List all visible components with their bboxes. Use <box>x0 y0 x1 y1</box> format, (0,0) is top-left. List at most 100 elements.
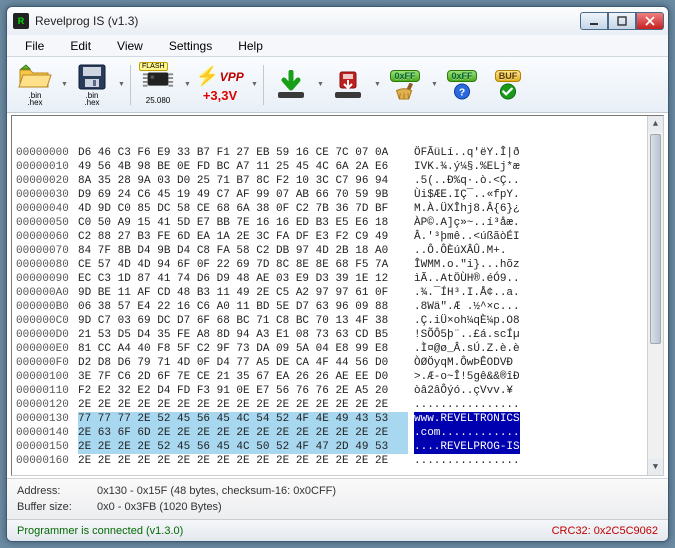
hex-viewer[interactable]: 00000000 D6 46 C3 F6 E9 33 B7 F1 27 EB 5… <box>11 115 664 476</box>
erase-button[interactable]: 0xFF <box>383 62 427 108</box>
menu-file[interactable]: File <box>15 37 54 55</box>
hex-bytes[interactable]: D6 46 C3 F6 E9 33 B7 F1 27 EB 59 16 CE 7… <box>78 146 408 160</box>
hex-bytes[interactable]: C0 50 A9 15 41 5D E7 BB 7E 16 16 ED B3 E… <box>78 216 408 230</box>
hex-bytes[interactable]: 77 77 77 2E 52 45 56 45 4C 54 52 4F 4E 4… <box>78 412 408 426</box>
dropdown-icon[interactable]: ▼ <box>251 81 258 88</box>
hex-bytes[interactable]: 2E 63 6F 6D 2E 2E 2E 2E 2E 2E 2E 2E 2E 2… <box>78 426 408 440</box>
hex-row[interactable]: 00000100 3E 7F C6 2D 6F 7E CE 21 35 67 E… <box>16 370 663 384</box>
hex-bytes[interactable]: 2E 2E 2E 2E 52 45 56 45 4C 50 52 4F 47 2… <box>78 440 408 454</box>
hex-bytes[interactable]: C2 88 27 B3 FE 6D EA 1A 2E 3C FA DF E3 F… <box>78 230 408 244</box>
hex-bytes[interactable]: D9 69 24 C6 45 19 49 C7 AF 99 07 AB 66 7… <box>78 188 408 202</box>
read-button[interactable] <box>269 62 313 108</box>
menu-view[interactable]: View <box>107 37 153 55</box>
hex-ascii[interactable]: ................ <box>414 454 520 468</box>
hex-row[interactable]: 000000C0 9D C7 03 69 DC D7 6F 68 BC 71 C… <box>16 314 663 328</box>
vertical-scrollbar[interactable]: ▲ ▼ <box>647 116 663 475</box>
hex-row[interactable]: 000000D0 21 53 D5 D4 35 FE A8 8D 94 A3 E… <box>16 328 663 342</box>
hex-bytes[interactable]: 84 7F 8B D4 9B D4 C8 FA 58 C2 DB 97 4D 2… <box>78 244 408 258</box>
minimize-button[interactable] <box>580 12 608 30</box>
hex-bytes[interactable]: 3E 7F C6 2D 6F 7E CE 21 35 67 EA 26 26 A… <box>78 370 408 384</box>
hex-ascii[interactable]: .8Wä".Æ .½^×c... <box>414 300 520 314</box>
hex-row[interactable]: 000000F0 D2 D8 D6 79 71 4D 0F D4 77 A5 D… <box>16 356 663 370</box>
hex-address: 00000000 <box>16 146 78 160</box>
hex-ascii[interactable]: ìÃ..AtÖÙH®.éÓ9.. <box>414 272 520 286</box>
hex-ascii[interactable]: ÎWMM.o."i}...hõz <box>414 258 520 272</box>
hex-row[interactable]: 00000050 C0 50 A9 15 41 5D E7 BB 7E 16 1… <box>16 216 663 230</box>
hex-row[interactable]: 00000020 8A 35 28 9A 03 D0 25 71 B7 8C F… <box>16 174 663 188</box>
hex-row[interactable]: 00000010 49 56 4B 98 BE 0E FD BC A7 11 2… <box>16 160 663 174</box>
vpp-button[interactable]: ⚡ VPP +3,3V <box>193 62 247 108</box>
hex-row[interactable]: 000000E0 81 CC A4 40 F8 5F C2 9F 73 DA 0… <box>16 342 663 356</box>
hex-row[interactable]: 00000080 CE 57 4D 4D 94 6F 0F 22 69 7D 8… <box>16 258 663 272</box>
hex-row[interactable]: 00000130 77 77 77 2E 52 45 56 45 4C 54 5… <box>16 412 663 426</box>
hex-address: 00000070 <box>16 244 78 258</box>
verify-button[interactable]: BUF <box>486 62 530 108</box>
hex-row[interactable]: 000000B0 06 38 57 E4 22 16 C6 A0 11 BD 5… <box>16 300 663 314</box>
dropdown-icon[interactable]: ▼ <box>317 81 324 88</box>
maximize-button[interactable] <box>608 12 636 30</box>
hex-bytes[interactable]: 8A 35 28 9A 03 D0 25 71 B7 8C F2 10 3C C… <box>78 174 408 188</box>
hex-row[interactable]: 00000000 D6 46 C3 F6 E9 33 B7 F1 27 EB 5… <box>16 146 663 160</box>
hex-ascii[interactable]: ÒØÖyqM.ÔwÞÊODVÐ <box>414 356 513 370</box>
hex-ascii[interactable]: .¾.¯ÍH³.I.Å¢..a. <box>414 286 520 300</box>
dropdown-icon[interactable]: ▼ <box>184 81 191 88</box>
hex-bytes[interactable]: 81 CC A4 40 F8 5F C2 9F 73 DA 09 5A 04 E… <box>78 342 408 356</box>
hex-bytes[interactable]: 2E 2E 2E 2E 2E 2E 2E 2E 2E 2E 2E 2E 2E 2… <box>78 454 408 468</box>
hex-bytes[interactable]: 4D 9D C0 85 DC 58 CE 68 6A 38 0F C2 7B 3… <box>78 202 408 216</box>
hex-ascii[interactable]: òâ2âÔýó..çVvv.¥ <box>414 384 520 398</box>
hex-row[interactable]: 00000120 2E 2E 2E 2E 2E 2E 2E 2E 2E 2E 2… <box>16 398 663 412</box>
hex-ascii[interactable]: Â.'³þmê..<úßãòÉI <box>414 230 520 244</box>
hex-ascii[interactable]: M.À.ÜXÎhj8.Â{6}¿ <box>414 202 520 216</box>
hex-ascii[interactable]: IVK.¾.ý¼§.%ELj*æ <box>414 160 520 174</box>
hex-bytes[interactable]: F2 E2 32 E2 D4 FD F3 91 0E E7 56 76 76 2… <box>78 384 408 398</box>
save-file-button[interactable]: .bin .hex <box>70 62 114 108</box>
hex-bytes[interactable]: 9D BE 11 AF CD 48 B3 11 49 2E C5 A2 97 9… <box>78 286 408 300</box>
hex-bytes[interactable]: 49 56 4B 98 BE 0E FD BC A7 11 25 45 4C 6… <box>78 160 408 174</box>
hex-bytes[interactable]: D2 D8 D6 79 71 4D 0F D4 77 A5 DE CA 4F 4… <box>78 356 408 370</box>
hex-ascii[interactable]: ÀP©.A]ç»~..í³åæ. <box>414 216 520 230</box>
hex-row[interactable]: 00000160 2E 2E 2E 2E 2E 2E 2E 2E 2E 2E 2… <box>16 454 663 468</box>
hex-row[interactable]: 00000040 4D 9D C0 85 DC 58 CE 68 6A 38 0… <box>16 202 663 216</box>
hex-bytes[interactable]: CE 57 4D 4D 94 6F 0F 22 69 7D 8C 8E 8E 6… <box>78 258 408 272</box>
hex-row[interactable]: 00000030 D9 69 24 C6 45 19 49 C7 AF 99 0… <box>16 188 663 202</box>
blank-check-button[interactable]: 0xFF ? <box>440 62 484 108</box>
hex-row[interactable]: 00000110 F2 E2 32 E2 D4 FD F3 91 0E E7 5… <box>16 384 663 398</box>
hex-ascii[interactable]: ÖFÃüLí..q'ëY.Î|ð <box>414 146 520 160</box>
hex-row[interactable]: 00000150 2E 2E 2E 2E 52 45 56 45 4C 50 5… <box>16 440 663 454</box>
hex-ascii[interactable]: .5(..Ð%q·.ò.<Ç.. <box>414 174 520 188</box>
hex-row[interactable]: 00000090 EC C3 1D 87 41 74 D6 D9 48 AE 0… <box>16 272 663 286</box>
hex-bytes[interactable]: 21 53 D5 D4 35 FE A8 8D 94 A3 E1 08 73 6… <box>78 328 408 342</box>
hex-bytes[interactable]: EC C3 1D 87 41 74 D6 D9 48 AE 03 E9 D3 3… <box>78 272 408 286</box>
scroll-up-icon[interactable]: ▲ <box>648 116 663 132</box>
hex-row[interactable]: 00000070 84 7F 8B D4 9B D4 C8 FA 58 C2 D… <box>16 244 663 258</box>
hex-ascii[interactable]: ..Ô.ÔÈúXÂÛ.M+. <box>414 244 513 258</box>
hex-ascii[interactable]: www.REVELTRONICS <box>414 412 520 426</box>
hex-row[interactable]: 00000060 C2 88 27 B3 FE 6D EA 1A 2E 3C F… <box>16 230 663 244</box>
menu-help[interactable]: Help <box>228 37 273 55</box>
hex-row[interactable]: 000000A0 9D BE 11 AF CD 48 B3 11 49 2E C… <box>16 286 663 300</box>
menu-edit[interactable]: Edit <box>60 37 101 55</box>
dropdown-icon[interactable]: ▼ <box>374 81 381 88</box>
hex-ascii[interactable]: .Ì¤@ø_Â.sÚ.Z.è.è <box>414 342 520 356</box>
write-button[interactable] <box>326 62 370 108</box>
hex-ascii[interactable]: ....REVELPROG-IS <box>414 440 520 454</box>
dropdown-icon[interactable]: ▼ <box>61 81 68 88</box>
open-file-button[interactable]: .bin .hex <box>13 62 57 108</box>
chip-select-button[interactable]: FLASH 25.080 <box>136 62 180 108</box>
hex-bytes[interactable]: 2E 2E 2E 2E 2E 2E 2E 2E 2E 2E 2E 2E 2E 2… <box>78 398 408 412</box>
hex-ascii[interactable]: ................ <box>414 398 520 412</box>
close-button[interactable] <box>636 12 664 30</box>
hex-ascii[interactable]: .Ç.iÜ×oh¼qÈ¼p.O8 <box>414 314 520 328</box>
hex-ascii[interactable]: .com............ <box>414 426 520 440</box>
hex-ascii[interactable]: !SÕÔ5þ¨..£á.scÍµ <box>414 328 520 342</box>
hex-bytes[interactable]: 06 38 57 E4 22 16 C6 A0 11 BD 5E D7 63 9… <box>78 300 408 314</box>
dropdown-icon[interactable]: ▼ <box>431 81 438 88</box>
dropdown-icon[interactable]: ▼ <box>118 81 125 88</box>
hex-bytes[interactable]: 9D C7 03 69 DC D7 6F 68 BC 71 C8 BC 70 1… <box>78 314 408 328</box>
scroll-down-icon[interactable]: ▼ <box>648 459 663 475</box>
hex-ascii[interactable]: Ùi$ÆE.IÇ¯..«fpY. <box>414 188 520 202</box>
hex-ascii[interactable]: >.Æ-o~Î!5gê&&®îÐ <box>414 370 520 384</box>
scrollbar-thumb[interactable] <box>650 134 661 344</box>
hex-row[interactable]: 00000140 2E 63 6F 6D 2E 2E 2E 2E 2E 2E 2… <box>16 426 663 440</box>
menu-settings[interactable]: Settings <box>159 37 222 55</box>
